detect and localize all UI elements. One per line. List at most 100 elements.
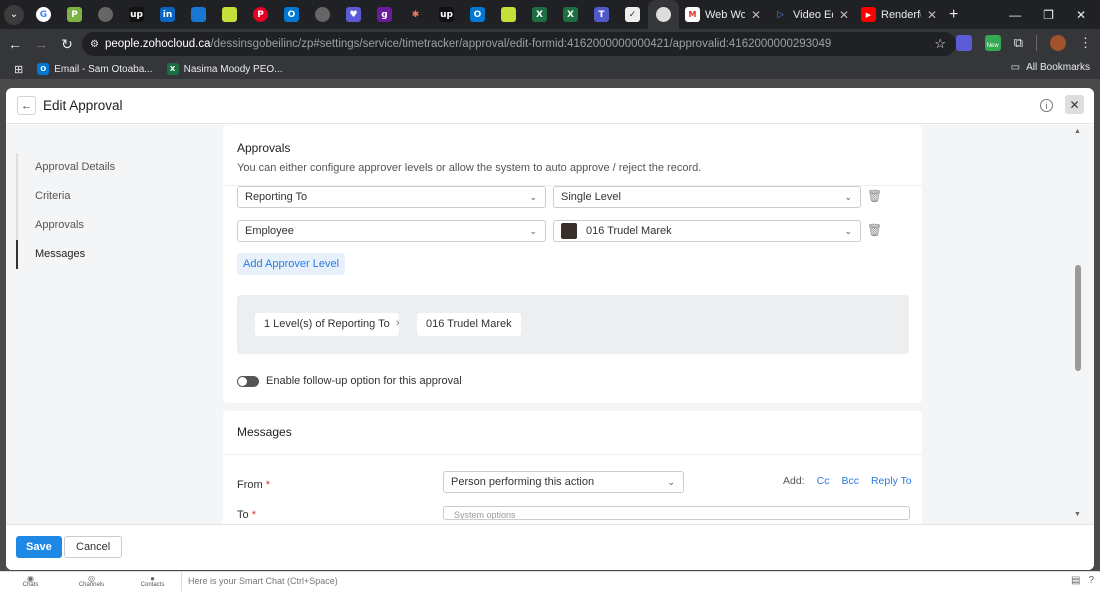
p-app-icon: P bbox=[67, 7, 82, 22]
reload-icon[interactable]: ↻ bbox=[54, 36, 80, 53]
reply-to-link[interactable]: Reply To bbox=[871, 475, 912, 487]
pinned-tab-teams[interactable]: T bbox=[586, 0, 617, 29]
pinned-tab-p[interactable]: P bbox=[59, 0, 90, 29]
modal-close-button[interactable]: ✕ bbox=[1065, 95, 1084, 114]
approver-level-select-1[interactable]: Single Level ⌄ bbox=[553, 186, 861, 208]
bottom-chat-bar: ◉ Chats ◎ Channels ● Contacts Here is your … bbox=[0, 571, 1100, 591]
new-tab-icon[interactable]: + bbox=[949, 6, 958, 24]
smart-chat-input[interactable]: Here is your Smart Chat (Ctrl+Space) bbox=[181, 572, 338, 591]
modal-scrollbar[interactable]: ▲ ▼ bbox=[1074, 125, 1082, 524]
pinned-tab-pinterest[interactable]: P bbox=[245, 0, 276, 29]
close-icon: ✕ bbox=[1069, 97, 1080, 112]
minimize-icon[interactable]: — bbox=[1009, 8, 1021, 22]
tab-close-icon[interactable]: ✕ bbox=[751, 8, 761, 22]
bcc-link[interactable]: Bcc bbox=[841, 475, 859, 487]
nav-approvals[interactable]: Approvals bbox=[18, 211, 206, 240]
approver-type-select-2[interactable]: Employee ⌄ bbox=[237, 220, 546, 242]
pinned-tab-zoho-active[interactable] bbox=[648, 0, 679, 29]
pinned-tab-g[interactable]: g bbox=[369, 0, 400, 29]
pinned-tab-upwork[interactable]: up bbox=[121, 0, 152, 29]
linkedin-icon: in bbox=[160, 7, 175, 22]
new-badge: New bbox=[986, 43, 999, 49]
all-bookmarks[interactable]: ▭ All Bookmarks bbox=[1011, 62, 1090, 73]
scroll-down-icon[interactable]: ▼ bbox=[1074, 511, 1081, 518]
address-bar[interactable]: ⚙ people.zohocloud.ca/dessinsgobeilinc/z… bbox=[82, 32, 956, 56]
channels-nav[interactable]: ◎ Channels bbox=[61, 574, 122, 589]
pinned-tab-google[interactable]: G bbox=[28, 0, 59, 29]
modal-back-button[interactable]: ← bbox=[17, 96, 36, 115]
tab-title: Video Edi bbox=[793, 8, 833, 21]
bookmark-star-icon[interactable]: ☆ bbox=[934, 36, 946, 52]
chat-icon: ◉ bbox=[27, 573, 34, 583]
kebab-menu-icon[interactable]: ⋮ bbox=[1079, 35, 1092, 51]
from-select[interactable]: Person performing this action ⌄ bbox=[443, 471, 684, 493]
restore-icon[interactable]: ❐ bbox=[1043, 8, 1054, 22]
pinned-tab-globe2[interactable] bbox=[307, 0, 338, 29]
profile-avatar[interactable] bbox=[1050, 35, 1066, 51]
pinned-tab-hubspot[interactable]: ✱ bbox=[400, 0, 431, 29]
tab-renderforest[interactable]: ▶ Renderfo ✕ bbox=[855, 0, 943, 29]
add-approver-level-button[interactable]: Add Approver Level bbox=[237, 253, 346, 275]
back-arrow-icon[interactable]: ← bbox=[2, 36, 28, 52]
pinned-tab-check[interactable]: ✓ bbox=[617, 0, 648, 29]
new-extension-icon[interactable]: New bbox=[984, 35, 1001, 51]
modal-header: ← Edit Approval i ✕ bbox=[6, 88, 1094, 124]
contacts-icon: ● bbox=[150, 573, 155, 583]
scroll-thumb[interactable] bbox=[1075, 265, 1081, 371]
pinned-tab-heart[interactable]: ♥ bbox=[338, 0, 369, 29]
pinned-tab-globe[interactable] bbox=[90, 0, 121, 29]
approver-employee-select-2[interactable]: 016 Trudel Marek ⌄ bbox=[553, 220, 861, 242]
pinned-tab-outlook2[interactable]: O bbox=[462, 0, 493, 29]
apps-grid-icon[interactable]: ⊞ bbox=[14, 63, 23, 76]
pinned-tab-sheet2[interactable] bbox=[493, 0, 524, 29]
help-icon[interactable]: ? bbox=[1088, 575, 1094, 586]
tab-video-editor[interactable]: ▷ Video Edi ✕ bbox=[767, 0, 855, 29]
approvals-card: Approvals You can either configure appro… bbox=[223, 125, 922, 403]
cancel-button[interactable]: Cancel bbox=[64, 536, 123, 558]
followup-label: Enable follow-up option for this approva… bbox=[266, 375, 462, 387]
page-backdrop: ← Edit Approval i ✕ Approval Details Cri… bbox=[0, 79, 1100, 571]
pinned-tab-sheet[interactable] bbox=[214, 0, 245, 29]
pinned-tab-outlook[interactable]: O bbox=[276, 0, 307, 29]
info-icon[interactable]: i bbox=[1040, 99, 1053, 112]
bookmark-label: Nasima Moody PEO... bbox=[183, 63, 283, 75]
contacts-nav[interactable]: ● Contacts bbox=[122, 573, 183, 589]
bookmarks-bar: ⊞ O Email - Sam Otoaba... X Nasima Moody P… bbox=[0, 59, 1100, 79]
notes-icon[interactable]: ▤ bbox=[1071, 575, 1080, 586]
trash-icon[interactable]: 🗑 bbox=[867, 223, 882, 237]
followup-toggle[interactable] bbox=[237, 376, 259, 387]
all-bookmarks-label: All Bookmarks bbox=[1026, 62, 1090, 73]
to-select[interactable]: System options bbox=[443, 506, 910, 520]
pinned-tab-app[interactable] bbox=[183, 0, 214, 29]
bookmark-nasima[interactable]: X Nasima Moody PEO... bbox=[166, 63, 283, 75]
chats-nav[interactable]: ◉ Chats bbox=[0, 573, 61, 589]
pinned-tab-linkedin[interactable]: in bbox=[152, 0, 183, 29]
trash-icon[interactable]: 🗑 bbox=[867, 189, 882, 203]
bottom-bar-actions: ▤ ? bbox=[1071, 575, 1094, 586]
tab-close-icon[interactable]: ✕ bbox=[839, 8, 849, 22]
pinned-tab-excel[interactable]: X bbox=[524, 0, 555, 29]
window-close-icon[interactable]: ✕ bbox=[1076, 8, 1086, 22]
summary-chip-level: 1 Level(s) of Reporting To bbox=[255, 313, 399, 336]
pinned-tab-upwork2[interactable]: up bbox=[431, 0, 462, 29]
tab-search-button[interactable]: ⌄ bbox=[4, 4, 24, 25]
approver-type-select-1[interactable]: Reporting To ⌄ bbox=[237, 186, 546, 208]
pinned-tab-excel2[interactable]: X bbox=[555, 0, 586, 29]
messages-card: Messages From * Person performing this a… bbox=[223, 411, 922, 531]
youtube-icon: ▶ bbox=[861, 7, 876, 22]
scroll-up-icon[interactable]: ▲ bbox=[1074, 128, 1081, 135]
save-button[interactable]: Save bbox=[16, 536, 62, 558]
outlook-icon: O bbox=[37, 63, 50, 75]
cc-link[interactable]: Cc bbox=[817, 475, 830, 487]
nav-criteria[interactable]: Criteria bbox=[18, 182, 206, 211]
bookmark-email[interactable]: O Email - Sam Otoaba... bbox=[37, 63, 153, 75]
forward-arrow-icon[interactable]: → bbox=[28, 36, 54, 52]
nav-approval-details[interactable]: Approval Details bbox=[18, 153, 206, 182]
extension-icon[interactable] bbox=[955, 35, 972, 51]
puzzle-icon[interactable]: ⧉ bbox=[1014, 35, 1023, 51]
nav-messages[interactable]: Messages bbox=[16, 240, 206, 269]
site-info-icon[interactable]: ⚙ bbox=[90, 39, 99, 50]
add-label: Add: bbox=[783, 475, 805, 487]
tab-close-icon[interactable]: ✕ bbox=[927, 8, 937, 22]
tab-web-work[interactable]: M Web Wor ✕ bbox=[679, 0, 767, 29]
